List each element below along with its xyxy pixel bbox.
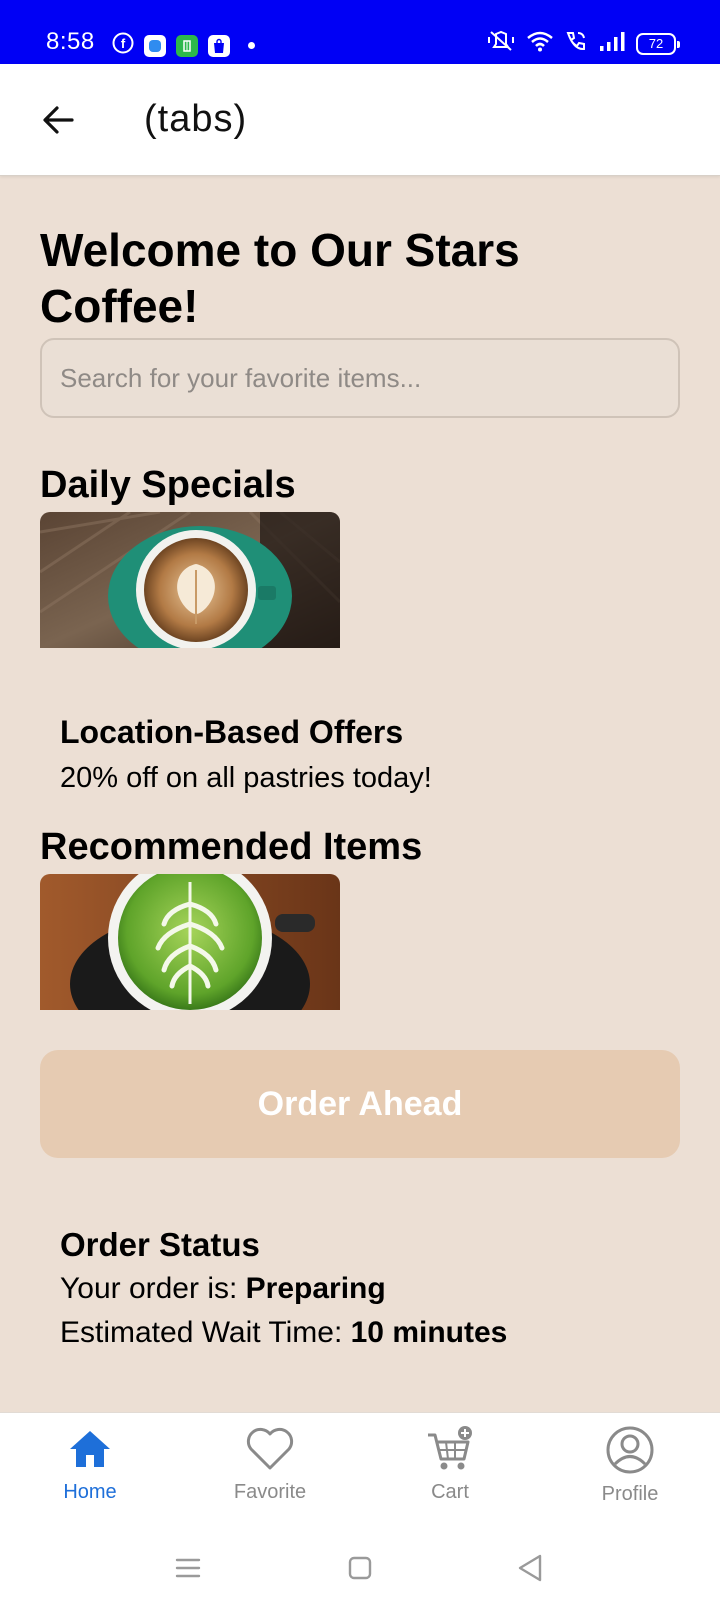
tab-profile-label: Profile — [601, 1483, 659, 1505]
recommended-item-image[interactable] — [40, 874, 340, 1010]
search-input[interactable] — [40, 338, 680, 418]
tab-home-label: Home — [63, 1481, 117, 1503]
back-button[interactable] — [36, 98, 80, 142]
system-icons: 72 — [486, 30, 680, 57]
svg-text:f: f — [121, 36, 126, 51]
back-arrow-icon — [43, 106, 74, 134]
header-title: (tabs) — [144, 98, 248, 140]
wait-time-value: 10 minutes — [350, 1316, 508, 1349]
square-icon — [348, 1556, 372, 1580]
recommended-title: Recommended Items — [40, 826, 423, 868]
heart-icon — [246, 1427, 294, 1470]
order-status-value: Preparing — [245, 1272, 386, 1305]
offers-title: Location-Based Offers — [60, 714, 404, 750]
order-ahead-button[interactable]: Order Ahead — [40, 1050, 680, 1158]
shopping-bag-icon — [208, 34, 230, 57]
tab-cart[interactable]: Cart — [360, 1413, 540, 1533]
cart-icon — [428, 1426, 472, 1470]
bottom-tab-bar: Home Favorite Cart Profile — [0, 1412, 720, 1532]
nav-back-button[interactable] — [512, 1550, 548, 1586]
order-status-title: Order Status — [60, 1226, 260, 1263]
system-nav-bar — [0, 1532, 720, 1600]
battery-indicator: 72 — [636, 32, 680, 55]
status-time: 8:58 — [46, 28, 95, 55]
nav-recents-button[interactable] — [170, 1550, 206, 1586]
tab-profile[interactable]: Profile — [540, 1413, 720, 1533]
profile-icon — [606, 1426, 654, 1474]
vibrate-icon — [486, 30, 516, 57]
facebook-icon: f — [112, 32, 134, 59]
menu-icon — [175, 1558, 201, 1578]
app-header: (tabs) — [0, 64, 720, 176]
order-status-line: Your order is: Preparing — [60, 1272, 386, 1306]
status-bar: 8:58 f 72 — [0, 0, 720, 64]
offers-text: 20% off on all pastries today! — [60, 762, 432, 794]
tab-favorite[interactable]: Favorite — [180, 1413, 360, 1533]
welcome-heading: Welcome to Our Stars Coffee! — [40, 224, 520, 332]
wifi-icon — [526, 30, 554, 57]
tab-home[interactable]: Home — [0, 1413, 180, 1533]
more-notifications-dot — [248, 42, 255, 49]
app-icon-blue — [144, 34, 166, 57]
wait-time-label: Estimated Wait Time: — [60, 1316, 351, 1349]
order-status-label: Your order is: — [60, 1272, 246, 1305]
daily-special-image[interactable] — [40, 512, 340, 648]
nav-home-button[interactable] — [342, 1550, 378, 1586]
wifi-call-icon — [564, 30, 588, 57]
signal-icon — [598, 30, 626, 57]
triangle-back-icon — [518, 1554, 542, 1582]
notification-icons: f — [112, 32, 255, 59]
wait-time-line: Estimated Wait Time: 10 minutes — [60, 1316, 507, 1350]
tab-cart-label: Cart — [431, 1481, 469, 1503]
daily-specials-title: Daily Specials — [40, 464, 296, 506]
home-icon — [70, 1431, 110, 1467]
app-icon-green — [176, 34, 198, 57]
tab-favorite-label: Favorite — [233, 1481, 307, 1503]
